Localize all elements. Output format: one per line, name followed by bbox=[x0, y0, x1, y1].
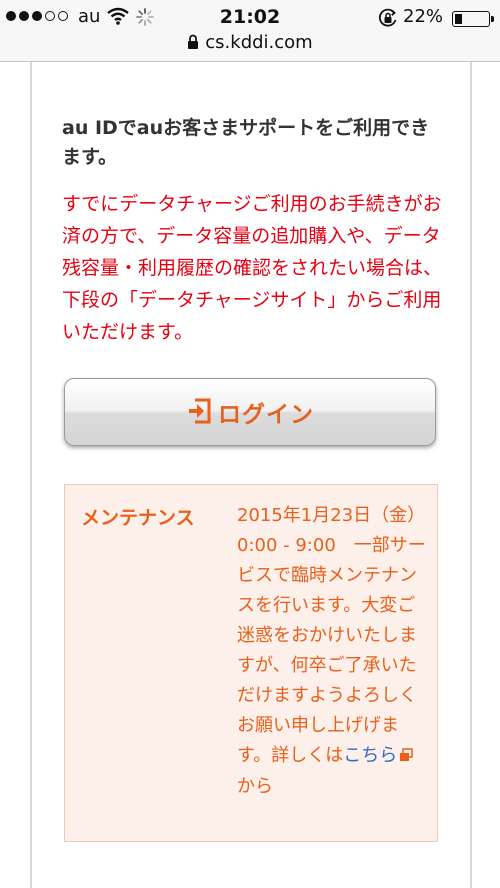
url-text: cs.kddi.com bbox=[205, 32, 313, 53]
maintenance-text: 2015年1月23日（金）0:00 - 9:00 一部サービスで臨時メンテナンス… bbox=[237, 505, 426, 766]
address-bar[interactable]: cs.kddi.com bbox=[0, 32, 500, 56]
maintenance-notice: メンテナンス 2015年1月23日（金）0:00 - 9:00 一部サービスで臨… bbox=[64, 484, 438, 842]
external-window-icon[interactable] bbox=[399, 742, 413, 772]
data-charge-notice: すでにデータチャージご利用のお手続きがお済の方で、データ容量の追加購入や、データ… bbox=[62, 193, 443, 343]
login-button[interactable]: ログイン bbox=[64, 378, 436, 446]
maintenance-text-tail: から bbox=[237, 776, 273, 797]
login-icon bbox=[186, 397, 212, 429]
rotation-lock-icon bbox=[378, 8, 398, 32]
login-button-label: ログイン bbox=[218, 402, 314, 428]
status-bar: au 21:02 22% cs.kddi.com bbox=[0, 0, 500, 62]
padlock-icon bbox=[187, 34, 199, 55]
battery-icon bbox=[452, 11, 494, 27]
maintenance-message: 2015年1月23日（金）0:00 - 9:00 一部サービスで臨時メンテナンス… bbox=[237, 501, 427, 802]
battery-percent: 22% bbox=[403, 6, 444, 27]
maintenance-title: メンテナンス bbox=[81, 507, 195, 529]
maintenance-details-link[interactable]: こちら bbox=[343, 745, 397, 766]
intro-text: au IDでauお客さまサポートをご利用できます。 bbox=[62, 117, 430, 168]
status-row: au 21:02 22% bbox=[0, 4, 500, 30]
